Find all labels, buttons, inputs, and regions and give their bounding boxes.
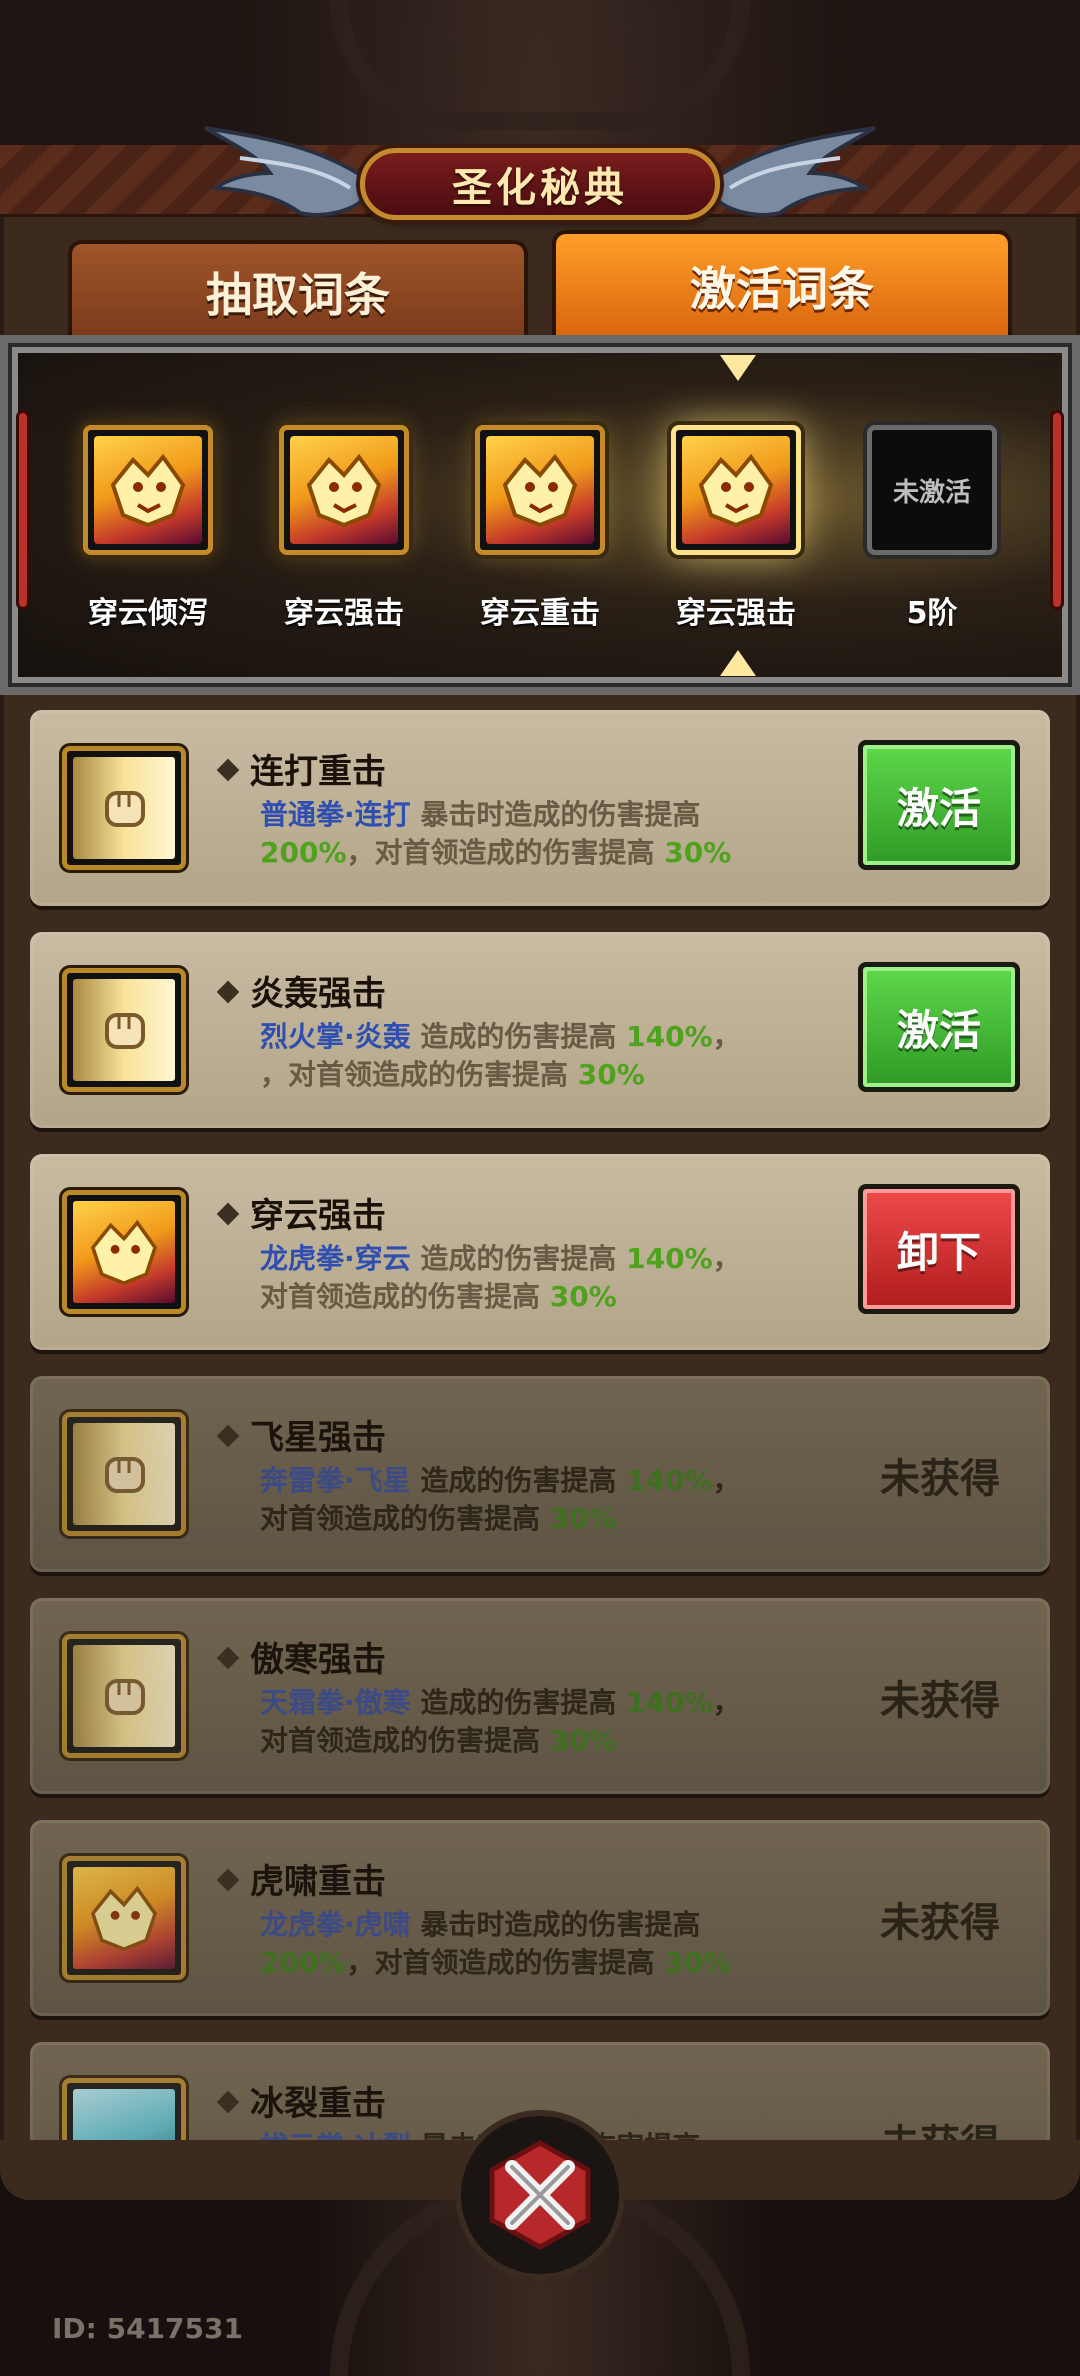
list-item: 炎轰强击 烈火掌·炎轰 造成的伤害提高 140%， ，对首领造成的伤害提高 30%… (30, 932, 1050, 1128)
status-not-obtained: 未获得 (880, 1456, 1000, 1502)
tiger-icon (73, 1867, 175, 1969)
fist-icon (73, 1423, 175, 1525)
entry-icon (62, 1856, 186, 1980)
list-item: 傲寒强击 天霜拳·傲寒 造成的伤害提高 140%， 对首领造成的伤害提高 30% … (30, 1598, 1050, 1794)
unequip-button[interactable]: 卸下 (858, 1184, 1020, 1314)
entry-description: 龙虎拳·穿云 造成的伤害提高 140%， 对首领造成的伤害提高 30% (260, 1242, 741, 1313)
panel-side-ornament (16, 410, 30, 610)
tiger-icon (290, 436, 398, 544)
slot-label: 穿云倾泻 (88, 596, 208, 631)
equipped-slot-4[interactable] (671, 425, 801, 555)
entry-name: 飞星强击 (216, 1410, 386, 1459)
slot-inactive-text: 未激活 (892, 477, 971, 508)
user-id: ID: 5417531 (52, 2312, 243, 2345)
entry-name: 冰裂重击 (216, 2076, 386, 2125)
background-ornament (330, 0, 750, 130)
equipped-slot-1[interactable] (83, 425, 213, 555)
status-not-obtained: 未获得 (880, 1678, 1000, 1724)
tiger-icon (94, 436, 202, 544)
equipped-slot-5[interactable]: 未激活 (867, 425, 997, 555)
close-button[interactable] (455, 2110, 625, 2280)
equipped-slot-3[interactable] (475, 425, 605, 555)
slot-label: 穿云强击 (676, 596, 796, 631)
ice-icon (73, 2089, 175, 2145)
entry-icon (62, 1190, 186, 1314)
slot-label: 5阶 (906, 596, 958, 631)
list-item: 穿云强击 龙虎拳·穿云 造成的伤害提高 140%， 对首领造成的伤害提高 30% … (30, 1154, 1050, 1350)
entry-list[interactable]: 连打重击 普通拳·连打 暴击时造成的伤害提高 200%，对首领造成的伤害提高 30… (0, 700, 1080, 2145)
fist-icon (73, 757, 175, 859)
entry-name: 连打重击 (216, 744, 386, 793)
wing-icon (204, 126, 367, 217)
tab-draw-entries[interactable]: 抽取词条 (68, 240, 528, 340)
list-item: 连打重击 普通拳·连打 暴击时造成的伤害提高 200%，对首领造成的伤害提高 30… (30, 710, 1050, 906)
equipped-slot-2[interactable] (279, 425, 409, 555)
entry-name: 穿云强击 (216, 1188, 386, 1237)
tiger-icon (73, 1201, 175, 1303)
status-not-obtained: 未获得 (880, 1900, 1000, 1946)
entry-description: 龙虎拳·虎啸 暴击时造成的伤害提高 200%，对首领造成的伤害提高 30% (260, 1908, 732, 1979)
activate-button[interactable]: 激活 (858, 740, 1020, 870)
entry-icon (62, 746, 186, 870)
glow-arrow-icon (720, 650, 756, 676)
tiger-icon (682, 436, 790, 544)
page-title-text: 圣化秘典 (452, 165, 628, 211)
entry-icon (62, 1412, 186, 1536)
wing-icon (713, 126, 876, 217)
slot-label: 穿云强击 (284, 596, 404, 631)
entry-description: 天霜拳·傲寒 造成的伤害提高 140%， 对首领造成的伤害提高 30% (260, 1686, 741, 1757)
entry-name: 炎轰强击 (216, 966, 386, 1015)
page-title: 圣化秘典 (360, 148, 720, 220)
fist-icon (73, 1645, 175, 1747)
list-item: 虎啸重击 龙虎拳·虎啸 暴击时造成的伤害提高 200%，对首领造成的伤害提高 30… (30, 1820, 1050, 2016)
slot-label: 穿云重击 (480, 596, 600, 631)
tab-activate-entries[interactable]: 激活词条 (552, 230, 1012, 338)
tiger-icon (486, 436, 594, 544)
entry-icon (62, 968, 186, 1092)
entry-name: 傲寒强击 (216, 1632, 386, 1681)
close-icon (489, 2140, 591, 2250)
entry-description: 奔雷拳·飞星 造成的伤害提高 140%， 对首领造成的伤害提高 30% (260, 1464, 741, 1535)
entry-description: 烈火掌·炎轰 造成的伤害提高 140%， ，对首领造成的伤害提高 30% (260, 1020, 741, 1091)
fist-icon (73, 979, 175, 1081)
entry-name: 虎啸重击 (216, 1854, 386, 1903)
glow-arrow-icon (720, 355, 756, 381)
panel-side-ornament (1050, 410, 1064, 610)
entry-description: 普通拳·连打 暴击时造成的伤害提高 200%，对首领造成的伤害提高 30% (260, 798, 732, 869)
list-item: 飞星强击 奔雷拳·飞星 造成的伤害提高 140%， 对首领造成的伤害提高 30% … (30, 1376, 1050, 1572)
entry-icon (62, 1634, 186, 1758)
entry-icon (62, 2078, 186, 2145)
activate-button[interactable]: 激活 (858, 962, 1020, 1092)
